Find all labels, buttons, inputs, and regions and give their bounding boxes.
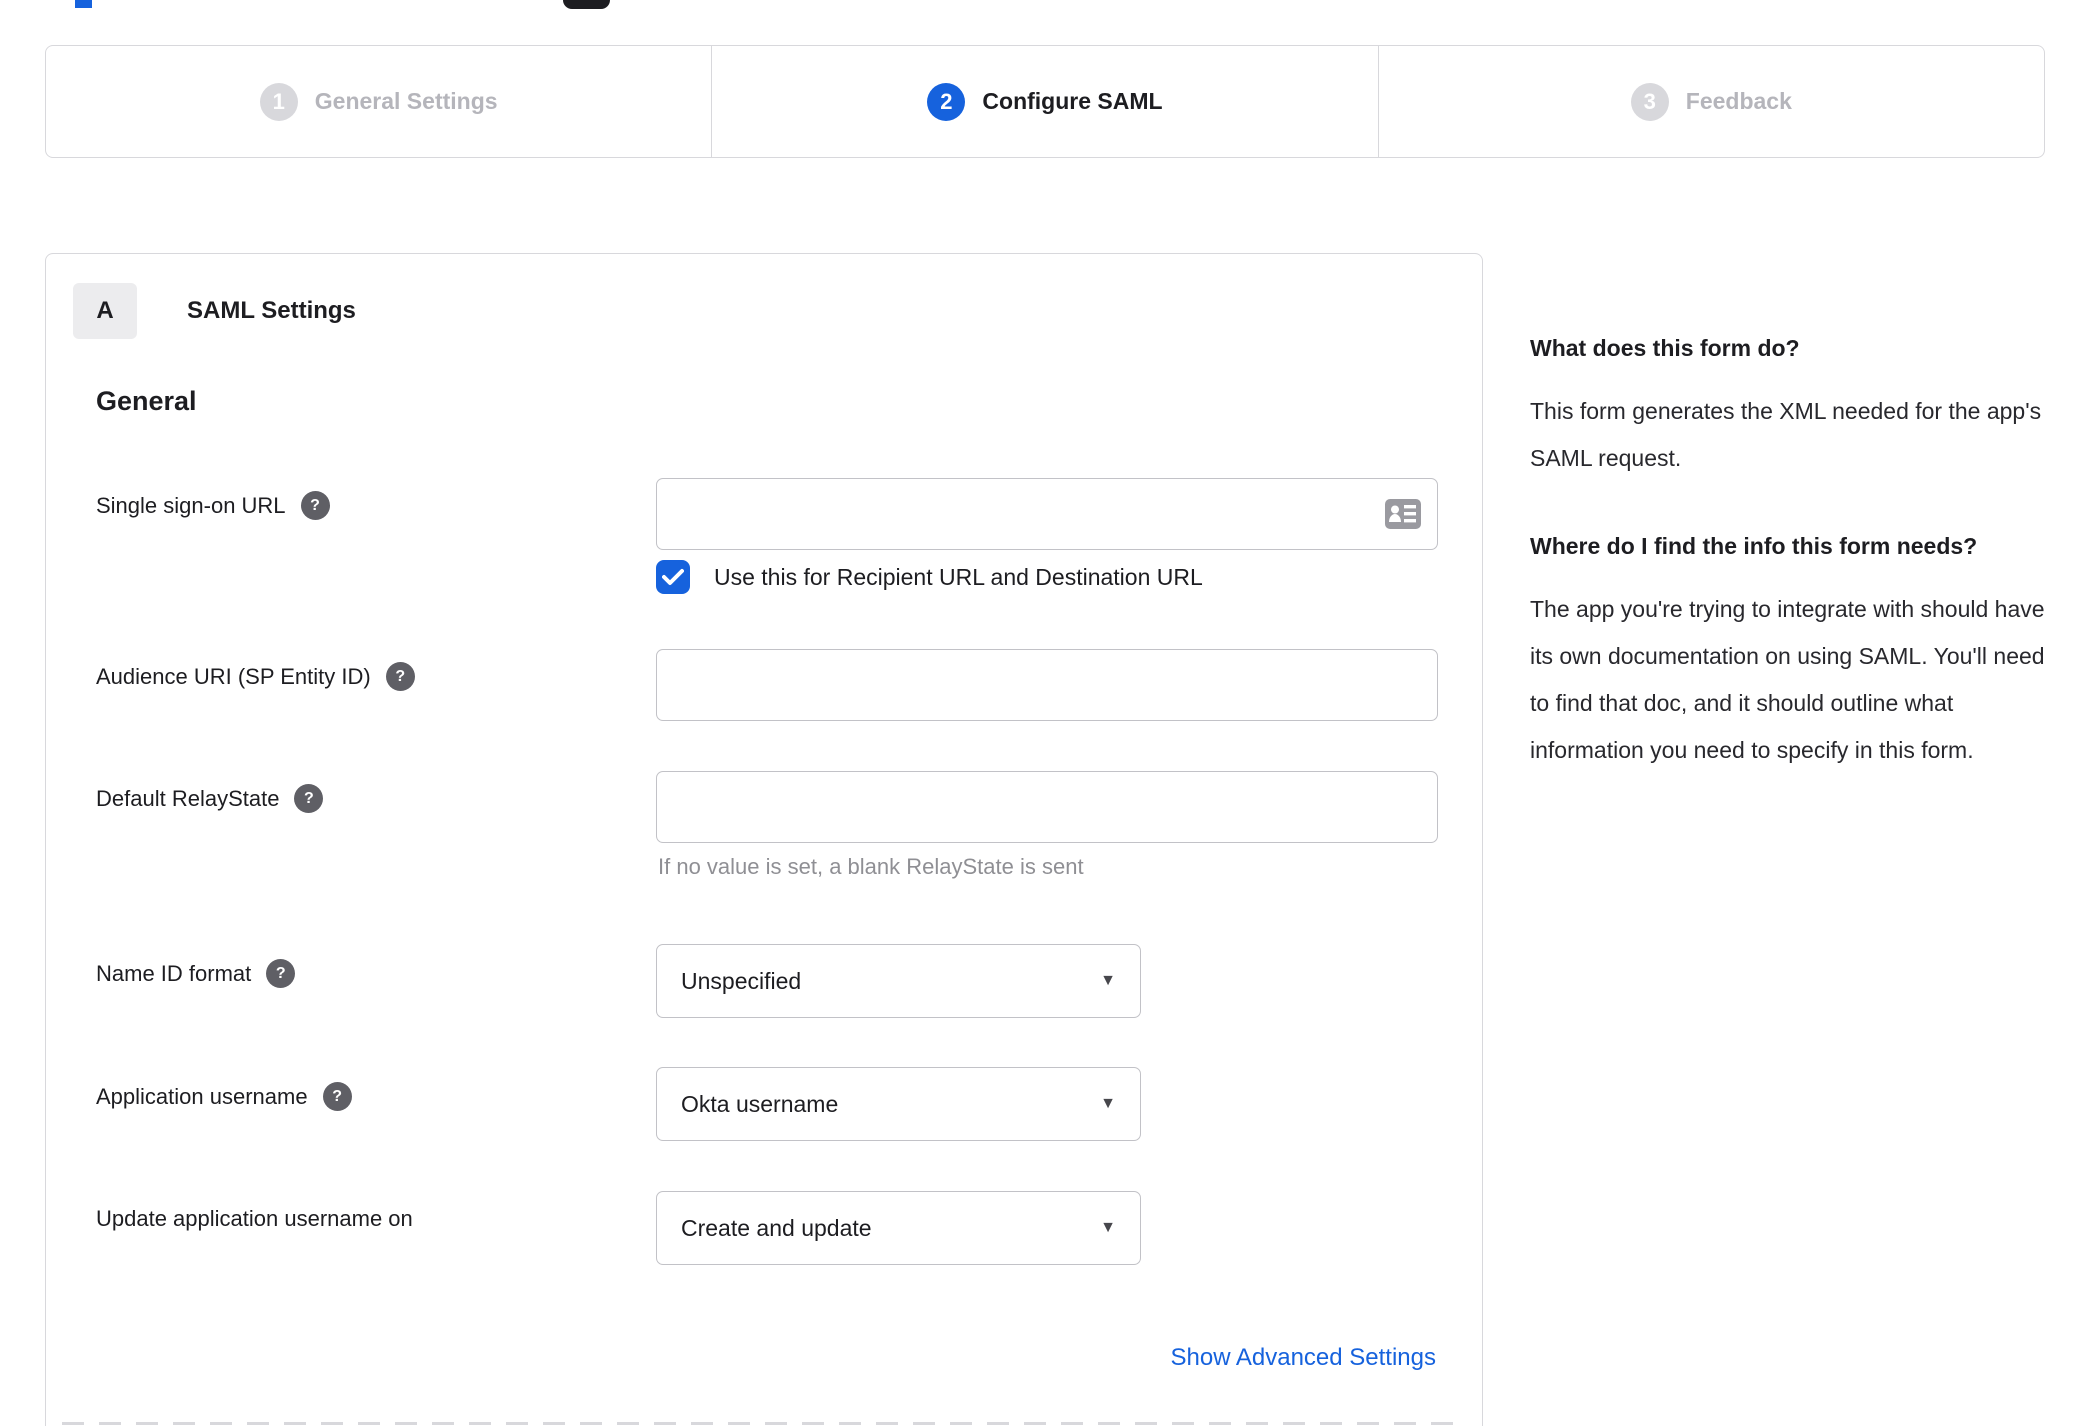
contact-card-icon[interactable] [1384, 498, 1422, 530]
help-heading: What does this form do? [1530, 335, 1800, 361]
audience-uri-field [656, 649, 1438, 721]
default-relaystate-input[interactable] [656, 771, 1438, 843]
default-relaystate-field [656, 771, 1438, 843]
wizard-stepper: 1 General Settings 2 Configure SAML 3 Fe… [45, 45, 2045, 158]
step-number-badge: 2 [927, 82, 966, 121]
panel-title: SAML Settings [187, 297, 356, 324]
name-id-format-value: Unspecified [681, 967, 802, 994]
dropdown-arrow-icon: ▼ [1100, 972, 1116, 989]
sso-url-field [656, 478, 1438, 550]
help-body: The app you're trying to integrate with … [1530, 596, 2045, 763]
section-dashed-separator [62, 1422, 1468, 1425]
section-a-badge: A [73, 283, 137, 339]
step-feedback[interactable]: 3 Feedback [1377, 46, 2044, 157]
help-section-what: What does this form do? This form genera… [1530, 328, 2052, 482]
update-app-username-label: Update application username on [96, 1206, 413, 1232]
dropdown-arrow-icon: ▼ [1100, 1095, 1116, 1112]
help-sidebar: What does this form do? This form genera… [1530, 328, 2052, 774]
sso-url-help-icon[interactable]: ? [300, 491, 330, 520]
audience-uri-label-text: Audience URI (SP Entity ID) [96, 663, 371, 689]
saml-settings-panel: A SAML Settings General Single sign-on U… [45, 253, 1483, 1426]
sso-url-label: Single sign-on URL ? [96, 491, 330, 520]
sso-url-input[interactable] [656, 478, 1438, 550]
general-group-heading: General [96, 386, 197, 416]
step-configure-saml[interactable]: 2 Configure SAML [711, 46, 1377, 157]
update-app-username-value: Create and update [681, 1214, 872, 1241]
audience-uri-help-icon[interactable]: ? [385, 662, 415, 691]
update-app-username-label-text: Update application username on [96, 1206, 413, 1231]
application-username-value: Okta username [681, 1090, 839, 1117]
application-username-label-text: Application username [96, 1083, 308, 1109]
name-id-format-select[interactable]: Unspecified ▼ [656, 944, 1141, 1018]
step-label: General Settings [314, 88, 498, 114]
header-accent-fragment [75, 0, 92, 8]
header-logo-fragment [563, 0, 610, 9]
step-number-badge: 3 [1630, 82, 1669, 121]
show-advanced-settings-link[interactable]: Show Advanced Settings [1170, 1344, 1436, 1372]
recipient-url-checkbox-label: Use this for Recipient URL and Destinati… [714, 563, 1203, 590]
default-relaystate-label-text: Default RelayState [96, 785, 280, 811]
help-section-where: Where do I find the info this form needs… [1530, 526, 2052, 774]
name-id-format-label: Name ID format ? [96, 959, 296, 988]
step-label: Configure SAML [982, 88, 1163, 114]
recipient-url-checkbox[interactable] [656, 560, 690, 594]
recipient-url-checkbox-row: Use this for Recipient URL and Destinati… [656, 560, 1203, 594]
relaystate-hint: If no value is set, a blank RelayState i… [658, 854, 1084, 879]
application-username-help-icon[interactable]: ? [322, 1082, 352, 1111]
sso-url-label-text: Single sign-on URL [96, 492, 286, 518]
panel-header: A SAML Settings [73, 283, 356, 339]
help-heading: Where do I find the info this form needs… [1530, 533, 1978, 559]
step-label: Feedback [1685, 88, 1792, 114]
audience-uri-input[interactable] [656, 649, 1438, 721]
update-app-username-select[interactable]: Create and update ▼ [656, 1191, 1141, 1265]
dropdown-arrow-icon: ▼ [1100, 1219, 1116, 1236]
application-username-select[interactable]: Okta username ▼ [656, 1067, 1141, 1141]
step-number-badge: 1 [259, 82, 298, 121]
name-id-format-help-icon[interactable]: ? [266, 959, 296, 988]
default-relaystate-label: Default RelayState ? [96, 784, 324, 813]
configure-saml-page: 1 General Settings 2 Configure SAML 3 Fe… [0, 0, 2092, 1426]
help-body: This form generates the XML needed for t… [1530, 398, 2042, 471]
check-icon [662, 569, 684, 585]
default-relaystate-help-icon[interactable]: ? [294, 784, 324, 813]
application-username-label: Application username ? [96, 1082, 352, 1111]
audience-uri-label: Audience URI (SP Entity ID) ? [96, 662, 415, 691]
step-general-settings[interactable]: 1 General Settings [46, 46, 711, 157]
name-id-format-label-text: Name ID format [96, 960, 252, 986]
